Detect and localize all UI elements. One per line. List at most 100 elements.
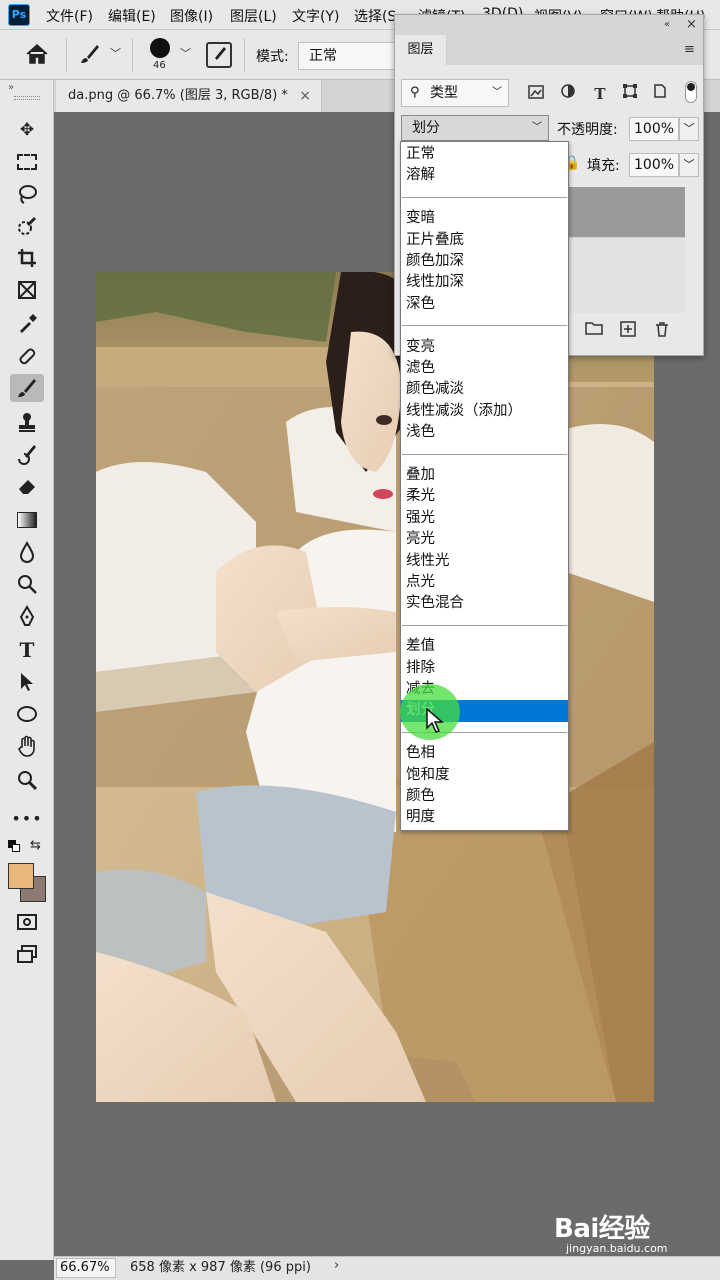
layer-row-selected[interactable] [569,187,685,237]
toolbar-collapse-icon[interactable]: » [8,82,14,93]
blend-mode-option[interactable]: 强光 [401,508,568,529]
blend-mode-option[interactable]: 线性减淡（添加） [401,401,568,422]
lasso-tool-icon[interactable] [10,180,44,208]
menu-edit[interactable]: 编辑(E) [108,6,156,26]
menu-layer[interactable]: 图层(L) [230,6,277,26]
blend-mode-option[interactable]: 叠加 [401,465,568,486]
menu-type[interactable]: 文字(Y) [292,6,339,26]
blend-mode-option[interactable]: 柔光 [401,486,568,507]
hand-tool-icon[interactable] [10,732,44,760]
blend-mode-option[interactable]: 实色混合 [401,593,568,614]
shape-layer-filter-icon[interactable] [619,83,641,105]
dropdown-separator [402,325,567,327]
ellipse-tool-icon[interactable] [10,700,44,728]
mode-select[interactable]: 正常 [298,42,398,70]
blend-mode-option[interactable]: 明度 [401,807,568,828]
panel-collapse-icon[interactable]: « [664,19,670,30]
brush-tip-icon[interactable] [150,38,170,58]
adjustment-layer-filter-icon[interactable] [557,83,579,105]
quick-selection-tool-icon[interactable] [10,212,44,240]
zoom-level-input[interactable]: 66.67% [56,1258,116,1278]
fill-input[interactable]: 100% [629,153,679,177]
foreground-color-swatch[interactable] [8,863,34,889]
home-icon[interactable] [24,42,52,68]
quick-mask-icon[interactable] [10,908,44,936]
opacity-input[interactable]: 100% [629,117,679,141]
filter-toggle[interactable] [685,81,697,103]
blend-mode-option[interactable]: 线性光 [401,551,568,572]
swap-colors-icon[interactable]: ⇆ [30,838,41,853]
crop-tool-icon[interactable] [10,244,44,272]
type-tool-icon[interactable]: T [10,636,44,664]
blend-mode-option[interactable]: 亮光 [401,529,568,550]
brush-tool-icon[interactable] [10,374,44,402]
mouse-cursor-icon [426,707,445,738]
blend-mode-option[interactable]: 线性加深 [401,272,568,293]
dodge-tool-icon[interactable] [10,570,44,598]
document-tab[interactable]: da.png @ 66.7% (图层 3, RGB/8) * × [56,80,322,112]
eraser-tool-icon[interactable] [10,472,44,500]
fill-chevron-icon[interactable]: ﹀ [679,153,699,177]
panel-close-icon[interactable]: × [686,17,697,32]
path-selection-tool-icon[interactable] [10,668,44,696]
opacity-label: 不透明度: [557,122,618,138]
blur-tool-icon[interactable] [10,538,44,566]
blend-mode-option[interactable]: 深色 [401,294,568,315]
default-colors-icon[interactable] [8,840,20,852]
blend-mode-option[interactable]: 颜色加深 [401,251,568,272]
type-layer-filter-icon[interactable]: T [589,83,611,105]
brush-icon[interactable] [78,42,104,68]
blend-mode-option[interactable]: 变亮 [401,337,568,358]
blend-mode-option[interactable]: 点光 [401,572,568,593]
blend-mode-option[interactable]: 浅色 [401,422,568,443]
more-tools-icon[interactable]: ••• [10,804,44,832]
blend-mode-option[interactable]: 颜色 [401,786,568,807]
blend-mode-option[interactable]: 颜色减淡 [401,379,568,400]
canvas-image[interactable] [96,272,654,1102]
blend-mode-option[interactable]: 色相 [401,743,568,764]
blend-mode-option[interactable]: 正常 [401,144,568,165]
clone-stamp-tool-icon[interactable] [10,408,44,436]
opacity-chevron-icon[interactable]: ﹀ [679,117,699,141]
brush-settings-icon[interactable] [206,42,232,68]
menu-select[interactable]: 选择(S [354,6,396,26]
toolbar: » ✥ T ••• ⇆ [0,80,54,1260]
blend-mode-select[interactable]: 划分 ﹀ [401,115,549,141]
gradient-tool-icon[interactable] [10,506,44,534]
layer-filter-select[interactable]: ⚲ 类型 ﹀ [401,79,509,107]
history-brush-tool-icon[interactable] [10,440,44,468]
healing-brush-tool-icon[interactable] [10,342,44,370]
new-layer-icon[interactable] [617,321,639,341]
pen-tool-icon[interactable] [10,602,44,630]
dropdown-separator [402,453,567,455]
blend-mode-option[interactable]: 溶解 [401,165,568,186]
status-menu-arrow-icon[interactable]: › [334,1258,339,1273]
menu-image[interactable]: 图像(I) [170,6,213,26]
screen-mode-icon[interactable] [10,940,44,968]
blend-mode-option[interactable]: 排除 [401,658,568,679]
blend-mode-option[interactable]: 变暗 [401,208,568,229]
new-group-icon[interactable] [583,321,605,341]
zoom-tool-icon[interactable] [10,766,44,794]
delete-layer-icon[interactable] [651,321,673,341]
brush-preset-chevron-icon[interactable]: ﹀ [110,45,121,61]
layers-tab[interactable]: 图层 [395,35,447,65]
frame-tool-icon[interactable] [10,276,44,304]
menu-file[interactable]: 文件(F) [46,6,93,26]
close-tab-icon[interactable]: × [299,80,311,112]
blend-mode-option[interactable]: 饱和度 [401,765,568,786]
move-tool-icon[interactable]: ✥ [10,116,44,144]
blend-mode-option[interactable]: 正片叠底 [401,230,568,251]
eyedropper-tool-icon[interactable] [10,310,44,338]
smart-object-filter-icon[interactable] [649,83,671,105]
panel-title-bar[interactable] [395,15,703,35]
toolbar-grip[interactable] [14,96,40,100]
blend-mode-option[interactable]: 滤色 [401,358,568,379]
panel-menu-icon[interactable]: ≡ [684,42,695,57]
pixel-layer-filter-icon[interactable] [525,83,547,105]
marquee-tool-icon[interactable] [10,148,44,176]
blend-mode-option[interactable]: 差值 [401,636,568,657]
layer-row[interactable] [569,237,685,313]
brush-size: 46 [153,60,166,71]
brush-size-chevron-icon[interactable]: ﹀ [180,45,191,61]
